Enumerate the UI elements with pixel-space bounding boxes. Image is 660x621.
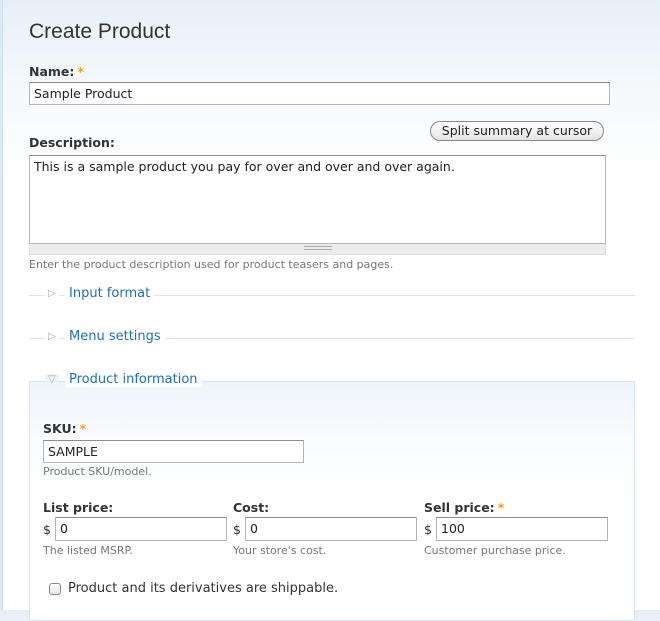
sku-input[interactable]: SAMPLE: [43, 440, 304, 463]
cost-help: Your store's cost.: [233, 544, 327, 557]
list-price-help: The listed MSRP.: [43, 544, 133, 557]
name-label: Name: *: [29, 64, 84, 79]
collapse-triangle-icon: ▽: [45, 374, 59, 385]
shippable-label[interactable]: Product and its derivatives are shippabl…: [68, 581, 338, 596]
description-textarea[interactable]: This is a sample product you pay for ove…: [29, 155, 606, 244]
list-price-currency: $: [43, 522, 51, 537]
shippable-checkbox[interactable]: [49, 583, 61, 595]
cost-input[interactable]: 0: [245, 517, 417, 541]
cost-label: Cost:: [233, 500, 270, 515]
sku-label: SKU: *: [43, 421, 87, 436]
page-title: Create Product: [29, 20, 171, 43]
sell-price-currency: $: [424, 522, 432, 537]
expand-triangle-icon: ▷: [45, 331, 59, 342]
description-help: Enter the product description used for p…: [29, 258, 394, 271]
product-information-legend[interactable]: ▽ Product information: [29, 372, 635, 387]
page-edge: [0, 0, 3, 610]
description-label: Description:: [29, 135, 115, 150]
name-input[interactable]: Sample Product: [29, 82, 610, 105]
expand-triangle-icon: ▷: [45, 288, 59, 299]
list-price-input[interactable]: 0: [55, 517, 227, 541]
sku-help: Product SKU/model.: [43, 465, 152, 478]
fieldset-input-format[interactable]: ▷ Input format: [29, 286, 635, 301]
sell-price-label: Sell price: *: [424, 500, 505, 515]
cost-currency: $: [233, 522, 241, 537]
sell-price-input[interactable]: 100: [436, 517, 608, 541]
fieldset-menu-settings[interactable]: ▷ Menu settings: [29, 329, 635, 344]
split-summary-button[interactable]: Split summary at cursor: [430, 121, 604, 141]
textarea-resize-handle[interactable]: [29, 244, 606, 255]
sell-price-help: Customer purchase price.: [424, 544, 566, 557]
list-price-label: List price:: [43, 500, 114, 515]
